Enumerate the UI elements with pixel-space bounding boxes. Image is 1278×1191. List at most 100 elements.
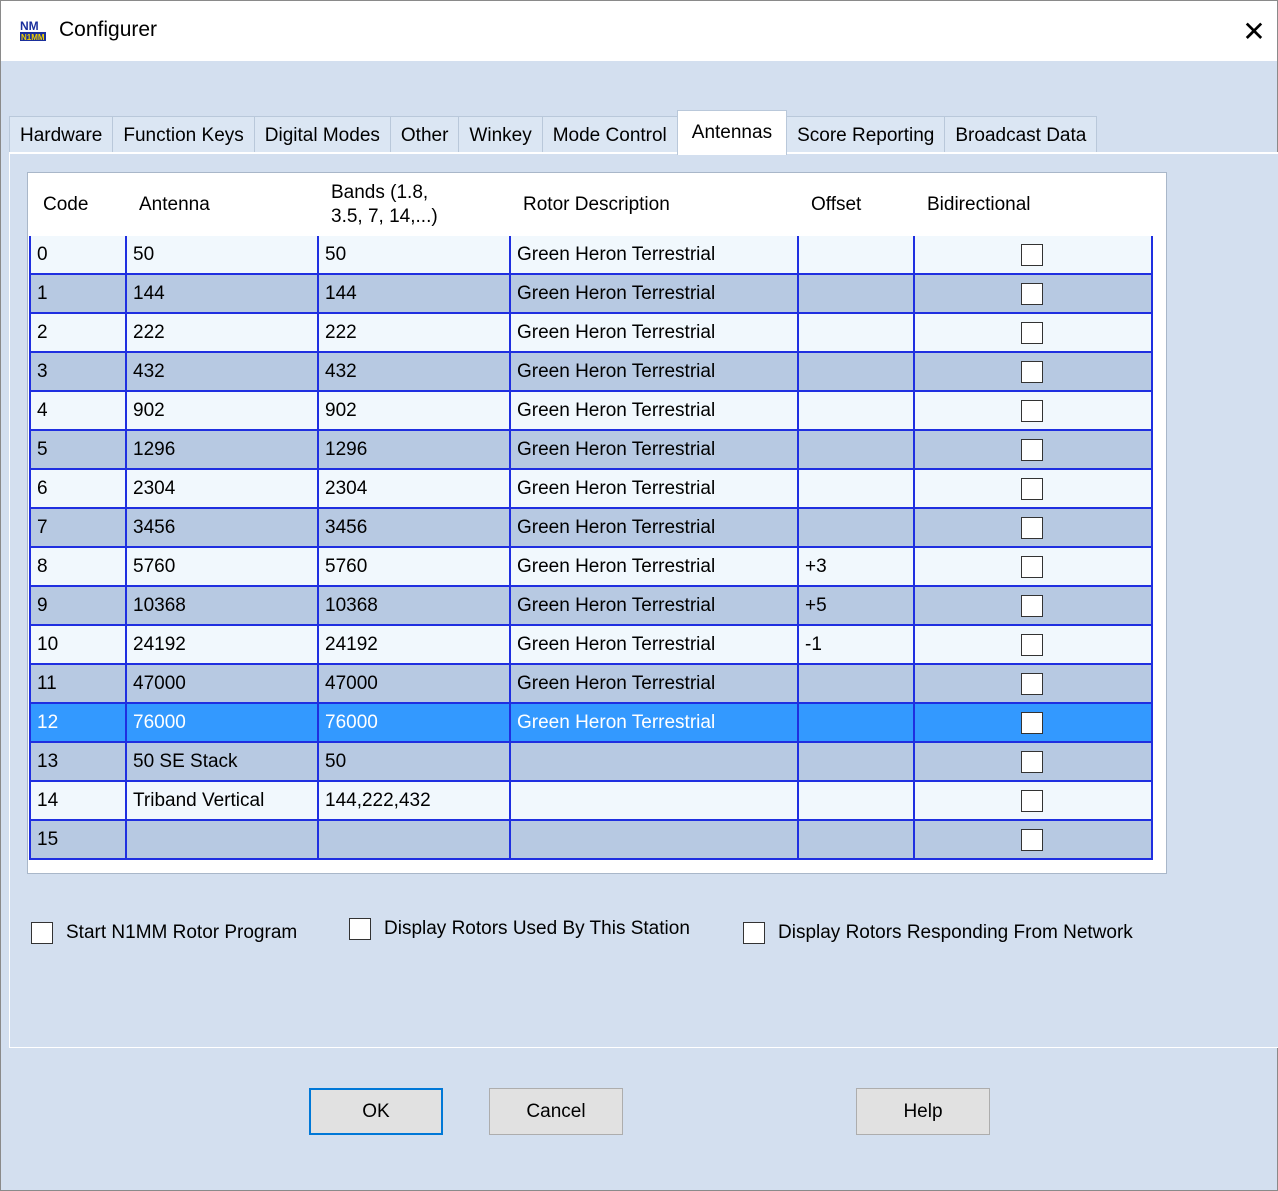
table-row[interactable]: 5 1296 1296 Green Heron Terrestrial [31,431,1151,470]
tab-broadcast-data[interactable]: Broadcast Data [944,116,1098,155]
table-row[interactable]: 2 222 222 Green Heron Terrestrial [31,314,1151,353]
cell-bands[interactable]: 10368 [319,587,511,624]
cell-rotor[interactable]: Green Heron Terrestrial [511,236,799,273]
table-row[interactable]: 0 50 50 Green Heron Terrestrial [31,236,1151,275]
cell-code[interactable]: 11 [31,665,127,702]
cell-code[interactable]: 4 [31,392,127,429]
cancel-button[interactable]: Cancel [489,1088,623,1135]
cell-code[interactable]: 14 [31,782,127,819]
cell-antenna[interactable]: 1296 [127,431,319,468]
column-header[interactable]: Offset [799,174,915,236]
display-rotors-network-checkbox[interactable]: Display Rotors Responding From Network [743,922,1133,944]
cell-offset[interactable]: +5 [799,587,915,624]
cell-bands[interactable]: 1296 [319,431,511,468]
cell-code[interactable]: 13 [31,743,127,780]
cell-rotor[interactable] [511,743,799,780]
cell-rotor[interactable] [511,782,799,819]
cell-code[interactable]: 5 [31,431,127,468]
tab-function-keys[interactable]: Function Keys [112,116,255,155]
cell-bands[interactable]: 2304 [319,470,511,507]
cell-offset[interactable] [799,743,915,780]
cell-antenna[interactable]: 3456 [127,509,319,546]
column-header[interactable]: Antenna [127,174,319,236]
column-header[interactable]: Rotor Description [511,174,799,236]
tab-hardware[interactable]: Hardware [9,116,114,155]
cell-rotor[interactable]: Green Heron Terrestrial [511,470,799,507]
tab-mode-control[interactable]: Mode Control [541,116,678,155]
table-row[interactable]: 9 10368 10368 Green Heron Terrestrial +5 [31,587,1151,626]
bidirectional-checkbox[interactable] [1021,477,1043,500]
cell-antenna[interactable]: 902 [127,392,319,429]
cell-rotor[interactable]: Green Heron Terrestrial [511,509,799,546]
cell-bands[interactable]: 144 [319,275,511,312]
bidirectional-checkbox[interactable] [1021,555,1043,578]
cell-antenna[interactable]: 222 [127,314,319,351]
cell-code[interactable]: 0 [31,236,127,273]
table-row[interactable]: 10 24192 24192 Green Heron Terrestrial -1 [31,626,1151,665]
cell-rotor[interactable]: Green Heron Terrestrial [511,665,799,702]
tab-antennas[interactable]: Antennas [676,110,788,155]
table-row[interactable]: 11 47000 47000 Green Heron Terrestrial [31,665,1151,704]
tab-winkey[interactable]: Winkey [458,116,543,155]
column-header[interactable]: Code [31,174,127,236]
start-rotor-program-checkbox[interactable]: Start N1MM Rotor Program [31,922,297,944]
cell-antenna[interactable]: 50 [127,236,319,273]
close-icon[interactable]: ✕ [1231,1,1277,61]
cell-bands[interactable]: 432 [319,353,511,390]
table-row[interactable]: 13 50 SE Stack 50 [31,743,1151,782]
bidirectional-checkbox[interactable] [1021,594,1043,617]
cell-antenna[interactable]: 10368 [127,587,319,624]
cell-code[interactable]: 7 [31,509,127,546]
cell-antenna[interactable]: 24192 [127,626,319,663]
table-row[interactable]: 7 3456 3456 Green Heron Terrestrial [31,509,1151,548]
table-row[interactable]: 14 Triband Vertical 144,222,432 [31,782,1151,821]
cell-bands[interactable]: 76000 [319,704,511,741]
cell-bands[interactable]: 902 [319,392,511,429]
cell-offset[interactable] [799,431,915,468]
tab-other[interactable]: Other [389,116,460,155]
bidirectional-checkbox[interactable] [1021,321,1043,344]
cell-antenna[interactable]: 432 [127,353,319,390]
cell-rotor[interactable]: Green Heron Terrestrial [511,353,799,390]
cell-rotor[interactable]: Green Heron Terrestrial [511,392,799,429]
cell-offset[interactable] [799,665,915,702]
cell-rotor[interactable]: Green Heron Terrestrial [511,704,799,741]
table-row[interactable]: 6 2304 2304 Green Heron Terrestrial [31,470,1151,509]
cell-code[interactable]: 1 [31,275,127,312]
cell-rotor[interactable]: Green Heron Terrestrial [511,587,799,624]
bidirectional-checkbox[interactable] [1021,438,1043,461]
table-row[interactable]: 8 5760 5760 Green Heron Terrestrial +3 [31,548,1151,587]
column-header[interactable]: Bands (1.8, 3.5, 7, 14,...) [319,174,511,236]
cell-offset[interactable] [799,821,915,858]
cell-bands[interactable]: 24192 [319,626,511,663]
bidirectional-checkbox[interactable] [1021,750,1043,773]
table-row[interactable]: 15 [31,821,1151,860]
cell-rotor[interactable]: Green Heron Terrestrial [511,275,799,312]
display-rotors-used-checkbox[interactable]: Display Rotors Used By This Station [349,918,690,940]
tab-digital-modes[interactable]: Digital Modes [253,116,391,155]
table-row[interactable]: 4 902 902 Green Heron Terrestrial [31,392,1151,431]
cell-code[interactable]: 8 [31,548,127,585]
cell-offset[interactable] [799,509,915,546]
cell-rotor[interactable]: Green Heron Terrestrial [511,314,799,351]
cell-offset[interactable] [799,704,915,741]
cell-antenna[interactable]: 47000 [127,665,319,702]
cell-offset[interactable]: +3 [799,548,915,585]
cell-bands[interactable]: 144,222,432 [319,782,511,819]
cell-code[interactable]: 3 [31,353,127,390]
cell-rotor[interactable] [511,821,799,858]
bidirectional-checkbox[interactable] [1021,711,1043,734]
cell-offset[interactable] [799,353,915,390]
checkbox-box[interactable] [349,918,371,940]
cell-rotor[interactable]: Green Heron Terrestrial [511,431,799,468]
cell-offset[interactable] [799,236,915,273]
cell-code[interactable]: 2 [31,314,127,351]
cell-antenna[interactable]: 5760 [127,548,319,585]
cell-bands[interactable]: 5760 [319,548,511,585]
bidirectional-checkbox[interactable] [1021,633,1043,656]
cell-antenna[interactable]: 144 [127,275,319,312]
cell-code[interactable]: 10 [31,626,127,663]
cell-bands[interactable]: 50 [319,236,511,273]
cell-antenna[interactable] [127,821,319,858]
checkbox-box[interactable] [31,922,53,944]
